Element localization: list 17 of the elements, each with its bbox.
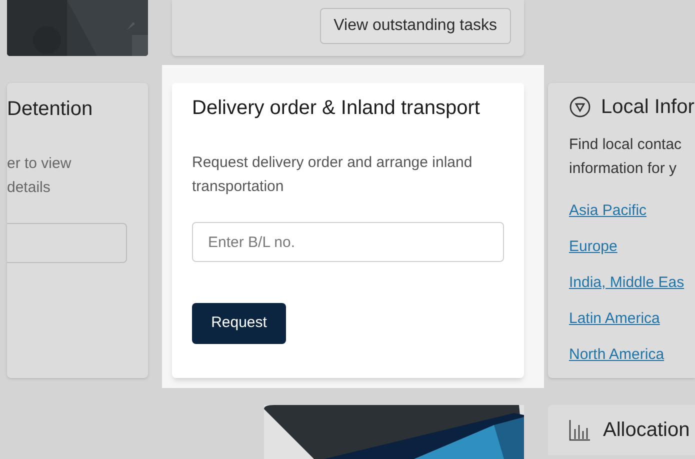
card-title: Delivery order & Inland transport bbox=[192, 96, 481, 120]
region-link[interactable]: Asia Pacific bbox=[569, 199, 647, 223]
card-title: Detention bbox=[7, 97, 94, 121]
bar-chart-icon bbox=[569, 419, 591, 441]
card-description: er to view details bbox=[7, 154, 72, 198]
input-field[interactable] bbox=[7, 223, 127, 263]
card-title: Local Infor bbox=[601, 95, 694, 119]
card-description: Find local contac information for y bbox=[569, 135, 683, 179]
region-link[interactable]: Latin America bbox=[569, 307, 660, 331]
region-link[interactable]: North America bbox=[569, 343, 664, 367]
view-outstanding-tasks-button[interactable]: View outstanding tasks bbox=[320, 8, 511, 44]
card-description: Request delivery order and arrange inland transportation bbox=[192, 153, 474, 197]
bl-number-input[interactable]: Enter B/L no. bbox=[192, 222, 504, 262]
request-button[interactable]: Request bbox=[192, 303, 286, 344]
region-link[interactable]: Europe bbox=[569, 235, 618, 259]
region-link[interactable]: India, Middle Eas bbox=[569, 271, 684, 295]
card-title: Allocation bbox=[603, 418, 690, 442]
